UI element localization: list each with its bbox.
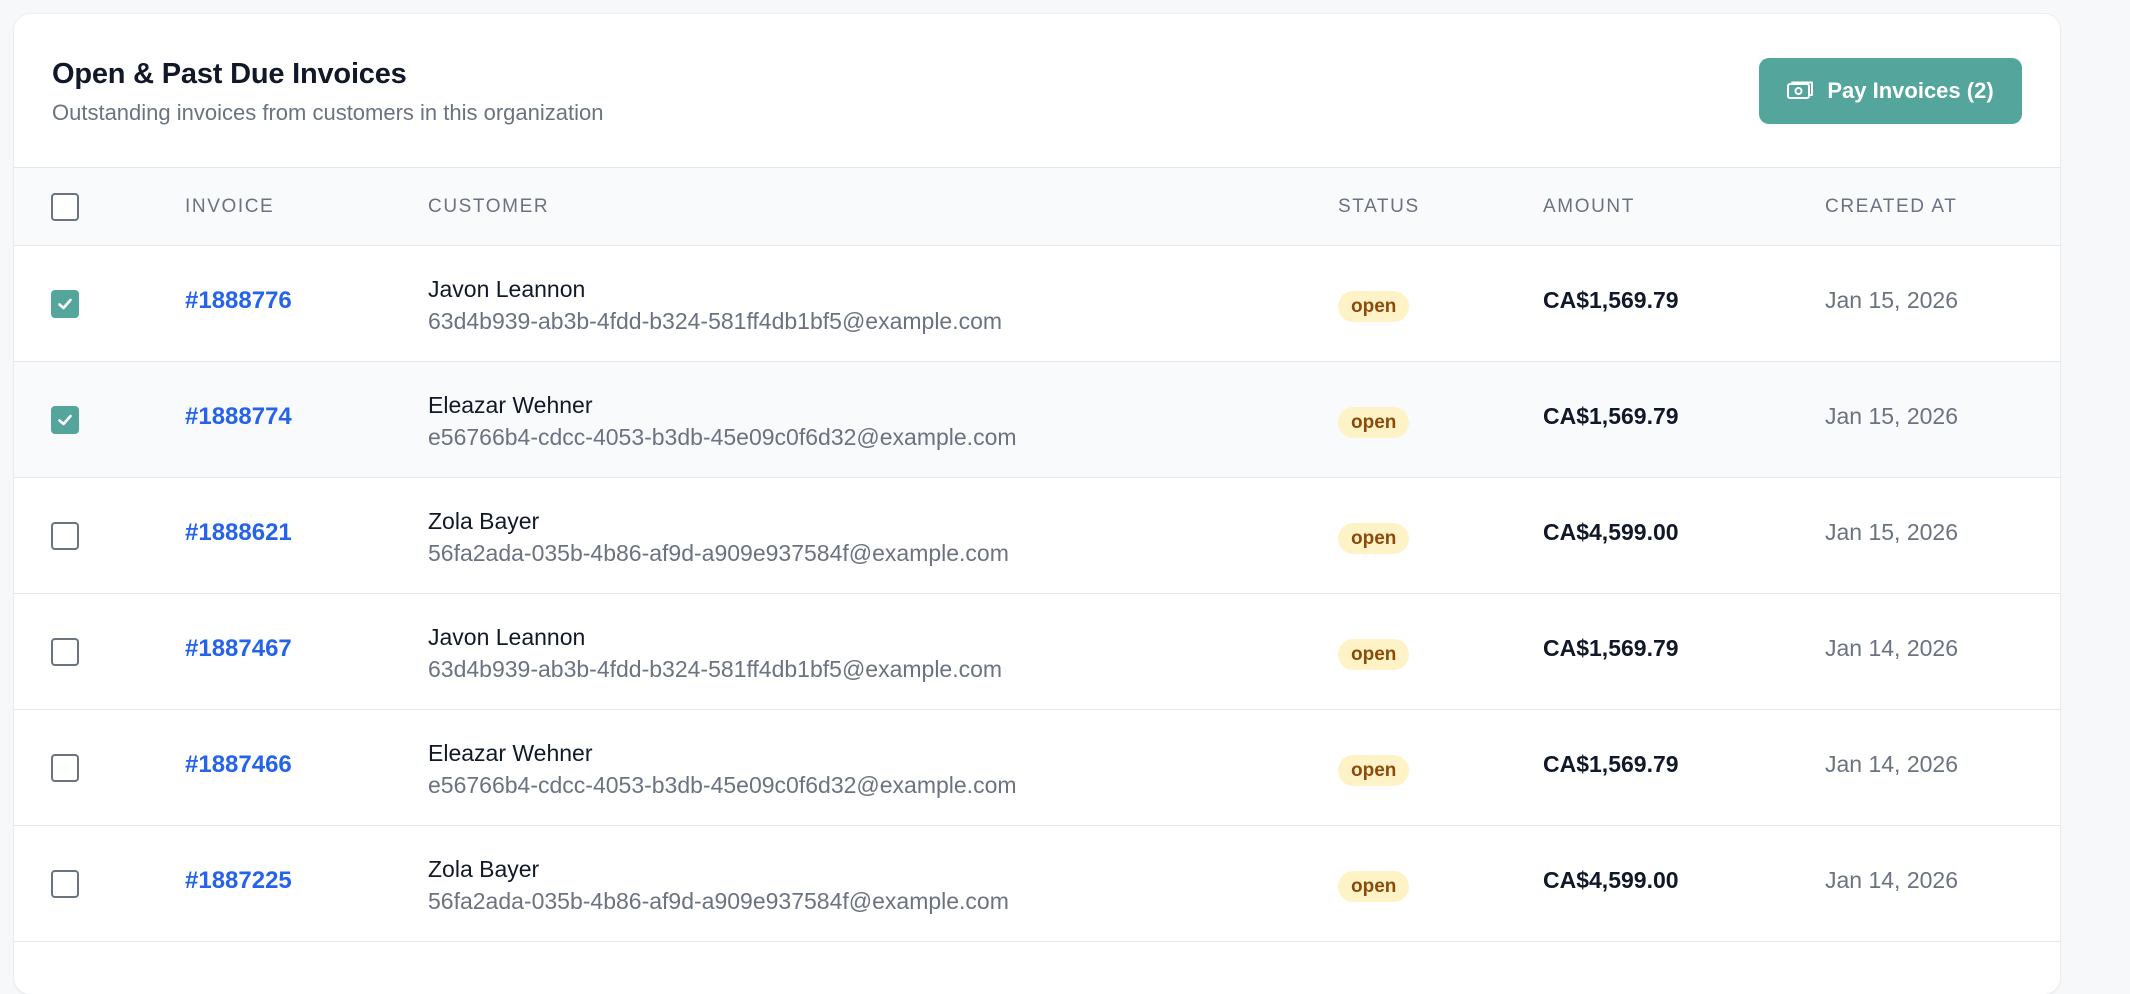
customer-name: Eleazar Wehner <box>428 740 593 766</box>
invoice-link[interactable]: #1888621 <box>185 519 292 547</box>
invoice-created-at: Jan 15, 2026 <box>1825 519 1959 545</box>
row-checkbox[interactable] <box>51 870 79 898</box>
row-checkbox[interactable] <box>51 754 79 782</box>
column-header-status[interactable]: STATUS <box>1338 168 1420 246</box>
table-row[interactable]: #1888621 Zola Bayer 56fa2ada-035b-4b86-a… <box>14 478 2060 594</box>
invoices-card: Open & Past Due Invoices Outstanding inv… <box>14 14 2060 994</box>
invoice-link[interactable]: #1887466 <box>185 751 292 779</box>
pay-invoices-label: Pay Invoices (2) <box>1827 78 1994 103</box>
invoice-link[interactable]: #1887225 <box>185 867 292 895</box>
page-title: Open & Past Due Invoices <box>52 58 407 90</box>
column-header-amount[interactable]: AMOUNT <box>1543 168 1635 246</box>
customer-email: 63d4b939-ab3b-4fdd-b324-581ff4db1bf5@exa… <box>428 308 1003 334</box>
invoice-amount: CA$1,569.79 <box>1543 635 1679 661</box>
customer-email: e56766b4-cdcc-4053-b3db-45e09c0f6d32@exa… <box>428 424 1017 450</box>
table-row[interactable]: #1887466 Eleazar Wehner e56766b4-cdcc-40… <box>14 710 2060 826</box>
invoice-created-at: Jan 15, 2026 <box>1825 403 1959 429</box>
column-header-invoice[interactable]: INVOICE <box>185 168 274 246</box>
table-body: #1888776 Javon Leannon 63d4b939-ab3b-4fd… <box>14 246 2060 942</box>
status-badge: open <box>1338 523 1410 554</box>
customer-name: Javon Leannon <box>428 624 586 650</box>
invoice-link[interactable]: #1888776 <box>185 287 292 315</box>
invoice-amount: CA$1,569.79 <box>1543 403 1679 429</box>
table-header: INVOICE CUSTOMER STATUS AMOUNT CREATED A… <box>14 168 2060 246</box>
invoice-link[interactable]: #1888774 <box>185 403 292 431</box>
invoice-amount: CA$1,569.79 <box>1543 751 1679 777</box>
select-all-checkbox[interactable] <box>51 193 79 221</box>
column-header-created-at[interactable]: CREATED AT <box>1825 168 1957 246</box>
row-checkbox[interactable] <box>51 290 79 318</box>
invoice-created-at: Jan 14, 2026 <box>1825 867 1959 893</box>
invoice-created-at: Jan 15, 2026 <box>1825 287 1959 313</box>
table-row[interactable]: #1888776 Javon Leannon 63d4b939-ab3b-4fd… <box>14 246 2060 362</box>
card-header: Open & Past Due Invoices Outstanding inv… <box>14 14 2060 168</box>
check-icon <box>58 414 72 426</box>
invoice-created-at: Jan 14, 2026 <box>1825 751 1959 777</box>
row-checkbox[interactable] <box>51 522 79 550</box>
status-badge: open <box>1338 871 1410 902</box>
table-row[interactable]: #1887467 Javon Leannon 63d4b939-ab3b-4fd… <box>14 594 2060 710</box>
invoice-created-at: Jan 14, 2026 <box>1825 635 1959 661</box>
status-badge: open <box>1338 755 1410 786</box>
row-checkbox[interactable] <box>51 406 79 434</box>
invoice-amount: CA$4,599.00 <box>1543 867 1679 893</box>
customer-email: 63d4b939-ab3b-4fdd-b324-581ff4db1bf5@exa… <box>428 656 1003 682</box>
customer-email: 56fa2ada-035b-4b86-af9d-a909e937584f@exa… <box>428 888 1009 914</box>
customer-name: Javon Leannon <box>428 276 586 302</box>
status-badge: open <box>1338 639 1410 670</box>
customer-email: 56fa2ada-035b-4b86-af9d-a909e937584f@exa… <box>428 540 1009 566</box>
row-checkbox[interactable] <box>51 638 79 666</box>
table-row[interactable]: #1887225 Zola Bayer 56fa2ada-035b-4b86-a… <box>14 826 2060 942</box>
page-subtitle: Outstanding invoices from customers in t… <box>52 100 604 125</box>
invoice-amount: CA$1,569.79 <box>1543 287 1679 313</box>
invoice-amount: CA$4,599.00 <box>1543 519 1679 545</box>
status-badge: open <box>1338 291 1410 322</box>
banknote-icon <box>1787 81 1814 99</box>
pay-invoices-button[interactable]: Pay Invoices (2) <box>1759 58 2022 124</box>
table-row[interactable]: #1888774 Eleazar Wehner e56766b4-cdcc-40… <box>14 362 2060 478</box>
column-header-customer[interactable]: CUSTOMER <box>428 168 549 246</box>
status-badge: open <box>1338 407 1410 438</box>
customer-name: Zola Bayer <box>428 856 540 882</box>
check-icon <box>58 298 72 310</box>
customer-name: Zola Bayer <box>428 508 540 534</box>
customer-name: Eleazar Wehner <box>428 392 593 418</box>
customer-email: e56766b4-cdcc-4053-b3db-45e09c0f6d32@exa… <box>428 772 1017 798</box>
invoice-link[interactable]: #1887467 <box>185 635 292 663</box>
